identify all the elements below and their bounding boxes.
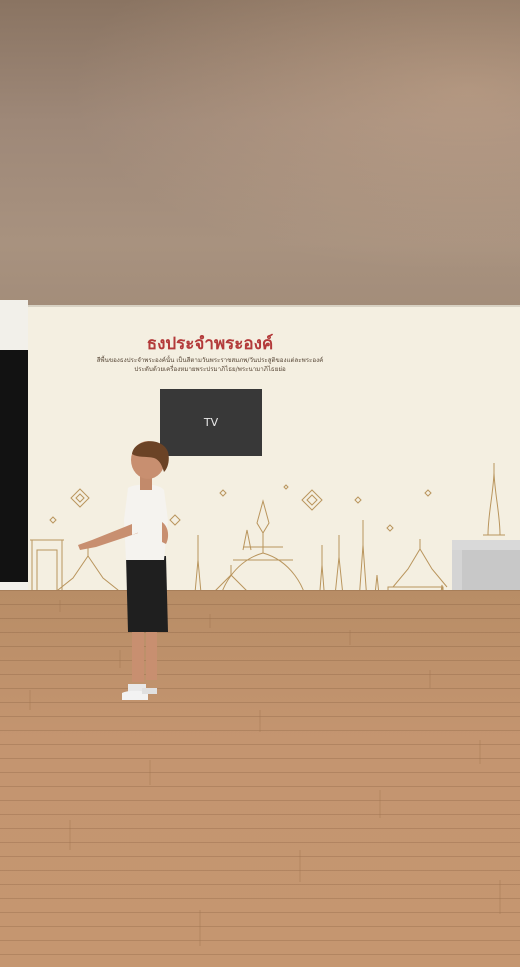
left-doorway <box>0 350 28 582</box>
pedestal-top <box>452 540 520 550</box>
mural-subtitle-line-1: สีพื้นของธงประจำพระองค์นั้น เป็นสีตามวัน… <box>96 357 324 364</box>
virtual-exhibition-scene: ธงประจำพระองค์ สีพื้นของธงประจำพระองค์นั… <box>0 0 520 967</box>
ceiling-light <box>0 0 520 305</box>
mural-subtitle-line-2: ประดับด้วยเครื่องหมายพระปรมาภิไธย/พระนาม… <box>134 366 286 373</box>
tv-label: TV <box>203 416 219 429</box>
mural-title: ธงประจำพระองค์ <box>146 334 274 354</box>
mural-subtitle: สีพื้นของธงประจำพระองค์นั้น เป็นสีตามวัน… <box>28 356 392 374</box>
diamond-ornament-icon <box>301 489 323 511</box>
avatar-boy-icon[interactable] <box>70 438 185 718</box>
